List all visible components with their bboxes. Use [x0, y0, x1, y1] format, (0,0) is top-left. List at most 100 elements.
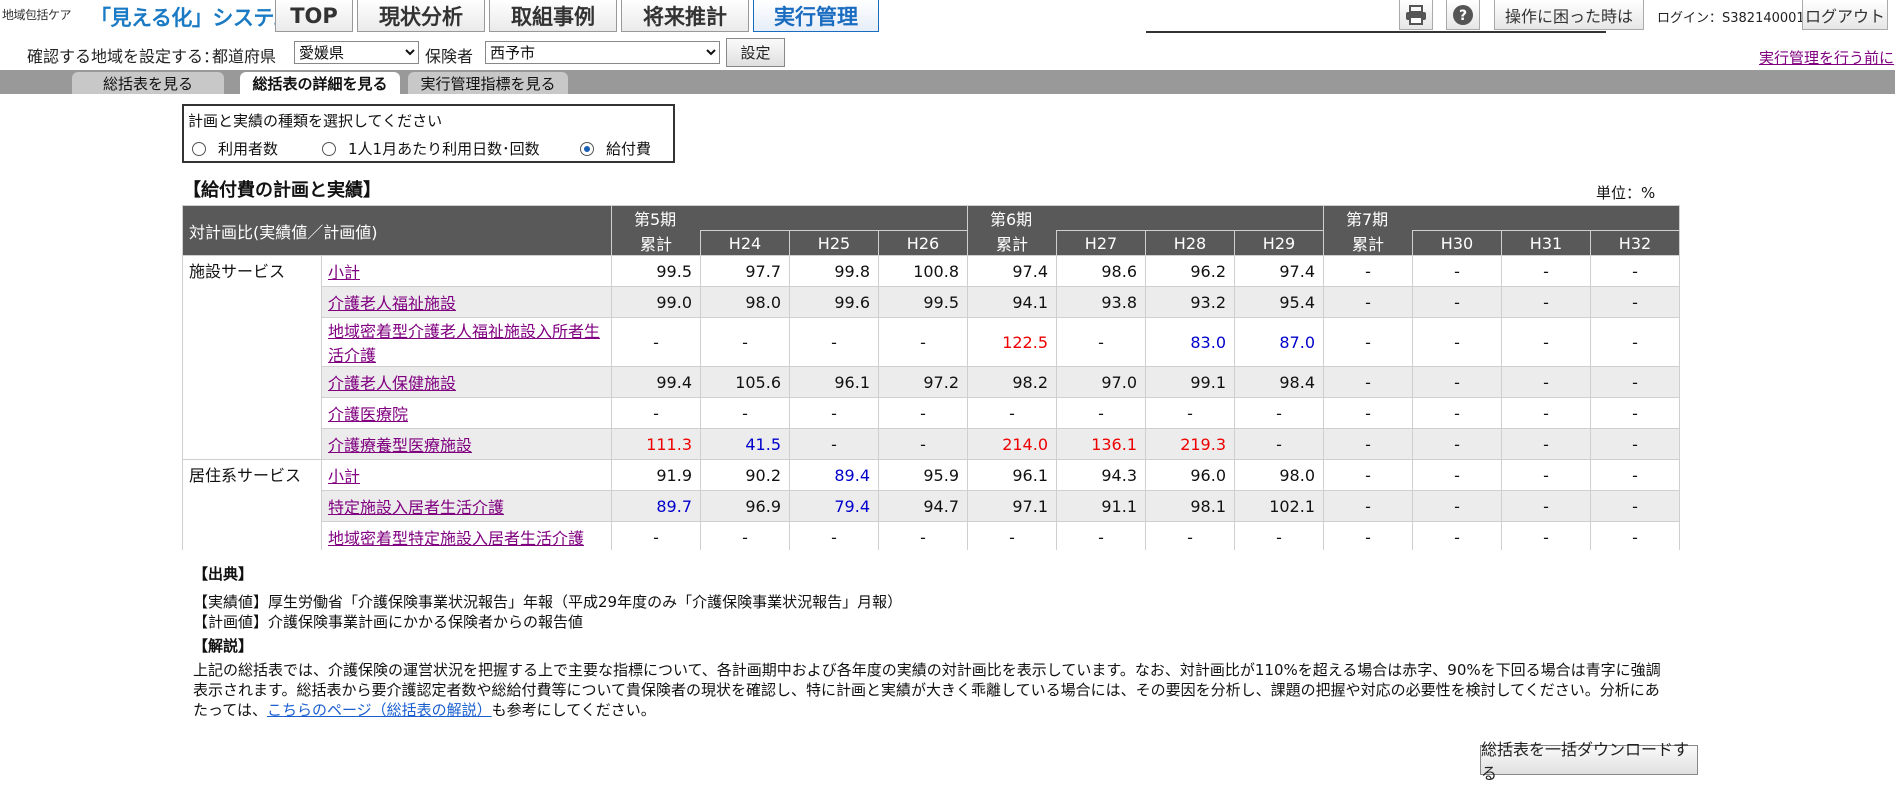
ratio-cell: 97.0 — [1056, 366, 1146, 398]
subcol-header: H30 — [1412, 230, 1502, 256]
ratio-cell: - — [878, 317, 968, 367]
ratio-cell: - — [1412, 255, 1502, 287]
explain-link[interactable]: こちらのページ（総括表の解説） — [267, 701, 492, 719]
ratio-cell: - — [1234, 521, 1324, 550]
source-heading: 【出典】 — [193, 565, 254, 583]
ratio-cell: - — [1412, 317, 1502, 367]
source-plan: 【計画値】介護保険事業計画にかかる保険者からの報告値 — [193, 613, 584, 631]
radio-benefit-cost[interactable]: 給付費 — [580, 138, 651, 159]
ratio-cell: - — [1590, 428, 1680, 460]
ratio-cell: - — [1323, 459, 1413, 491]
insurer-label: 保険者 — [425, 47, 474, 66]
ratio-cell: - — [1590, 317, 1680, 367]
type-question: 計画と実績の種類を選択してください — [188, 112, 443, 130]
help-icon: ? — [1453, 4, 1473, 25]
ratio-cell: 94.3 — [1056, 459, 1146, 491]
service-name-link[interactable]: 小計 — [321, 255, 612, 287]
service-name-link[interactable]: 介護老人福祉施設 — [321, 286, 612, 318]
ratio-cell: - — [878, 428, 968, 460]
ratio-cell: - — [700, 521, 790, 550]
service-name-link[interactable]: 地域密着型介護老人福祉施設入所者生活介護 — [321, 317, 612, 367]
ratio-cell: 98.0 — [1234, 459, 1324, 491]
ratio-cell: 100.8 — [878, 255, 968, 287]
ratio-cell: - — [789, 397, 879, 429]
ratio-cell: - — [1234, 428, 1324, 460]
ratio-cell: - — [789, 521, 879, 550]
radio-days-per-user[interactable]: 1人1月あたり利用日数･回数 — [322, 138, 540, 159]
unit-label: 単位：% — [1596, 184, 1656, 202]
ratio-cell: 79.4 — [789, 490, 879, 522]
ratio-cell: 99.6 — [789, 286, 879, 318]
ratio-cell: 89.4 — [789, 459, 879, 491]
top-header: 地域包括ケア 「見える化」システム TOP 現状分析 取組事例 将来推計 実行管… — [0, 0, 1895, 34]
login-id: ログイン：S382140001 — [1657, 11, 1805, 26]
ratio-cell: - — [1501, 317, 1591, 367]
nav-tab-analysis[interactable]: 現状分析 — [357, 0, 485, 32]
ratio-cell: 102.1 — [1234, 490, 1324, 522]
explain-tail: も参考にしてください。 — [491, 701, 656, 719]
subtab-summary[interactable]: 総括表を見る — [72, 72, 224, 94]
notes-section: 【出典】 【実績値】厚生労働省「介護保険事業状況報告」年報（平成29年度のみ「介… — [193, 564, 1673, 720]
ratio-cell: - — [1501, 397, 1591, 429]
ratio-cell: 87.0 — [1234, 317, 1324, 367]
ratio-cell: - — [1412, 428, 1502, 460]
ratio-cell: - — [1590, 521, 1680, 550]
download-all-button[interactable]: 総括表を一括ダウンロードする — [1480, 740, 1698, 783]
ratio-cell: - — [1323, 490, 1413, 522]
plan-vs-actual-table-container[interactable]: 対計画比(実績値／計画値) 第5期 第6期 第7期 累計 H24 H25 H26 累計 H… — [182, 205, 1698, 550]
ratio-cell: 41.5 — [700, 428, 790, 460]
prefecture-label: 都道府県 — [212, 47, 277, 66]
ratio-cell: - — [1501, 428, 1591, 460]
nav-tab-cases[interactable]: 取組事例 — [489, 0, 617, 32]
service-name-link[interactable]: 介護老人保健施設 — [321, 366, 612, 398]
ratio-cell: - — [1323, 366, 1413, 398]
print-button[interactable] — [1399, 0, 1433, 30]
ratio-cell: 99.0 — [611, 286, 701, 318]
ratio-cell: 91.1 — [1056, 490, 1146, 522]
exec-management-intro-link[interactable]: 実行管理を行う前に — [1759, 47, 1894, 68]
set-region-button[interactable]: 設定 — [726, 38, 785, 67]
service-name-link[interactable]: 地域密着型特定施設入居者生活介護 — [321, 521, 612, 550]
table-row: 介護療養型医療施設 111.3 41.5- -214.0 136.1 219.3- - - - - — [183, 428, 1680, 460]
radio-button[interactable] — [192, 141, 206, 156]
radio-button[interactable] — [322, 141, 336, 156]
ratio-cell: - — [789, 317, 879, 367]
table-row: 施設サービス 小計 99.5 97.7 99.8 100.8 97.4 98.6 96.2 97.… — [182, 255, 1680, 460]
nav-tab-exec-management[interactable]: 実行管理 — [753, 0, 879, 32]
ratio-cell: 99.5 — [611, 255, 701, 287]
brand-logo[interactable]: 「見える化」システム — [90, 2, 294, 32]
radio-users[interactable]: 利用者数 — [192, 138, 278, 159]
nav-tab-top[interactable]: TOP — [275, 0, 353, 32]
table-row: 地域密着型特定施設入居者生活介護 - - - - - - - - - - - - — [183, 521, 1680, 550]
ratio-cell: 96.2 — [1145, 255, 1235, 287]
ratio-cell: - — [1590, 366, 1680, 398]
nav-tab-forecast[interactable]: 将来推計 — [621, 0, 749, 32]
subtab-summary-detail[interactable]: 総括表の詳細を見る — [240, 72, 400, 94]
ratio-cell: 105.6 — [700, 366, 790, 398]
ratio-cell: - — [1501, 255, 1591, 287]
ratio-cell: - — [1590, 397, 1680, 429]
service-name-link[interactable]: 介護医療院 — [321, 397, 612, 429]
period-6-header: 第6期 — [967, 205, 1324, 231]
prefecture-select[interactable]: 愛媛県 — [294, 41, 419, 64]
subtab-exec-indicators[interactable]: 実行管理指標を見る — [408, 72, 568, 94]
ratio-cell: - — [1412, 397, 1502, 429]
ratio-cell: 95.4 — [1234, 286, 1324, 318]
ratio-cell: 111.3 — [611, 428, 701, 460]
subcol-header: H29 — [1234, 230, 1324, 256]
service-name-link[interactable]: 特定施設入居者生活介護 — [321, 490, 612, 522]
table-row: 介護老人福祉施設 99.0 98.0 99.6 99.5 94.1 93.8 93.2 95.4… — [183, 286, 1680, 318]
insurer-select[interactable]: 西予市 — [485, 41, 720, 64]
trouble-help-button[interactable]: 操作に困った時は — [1494, 0, 1644, 30]
radio-button-selected[interactable] — [580, 141, 594, 156]
ratio-cell: 99.8 — [789, 255, 879, 287]
ratio-cell: - — [1323, 428, 1413, 460]
logout-button[interactable]: ログアウト — [1802, 0, 1888, 30]
ratio-cell: - — [1412, 286, 1502, 318]
ratio-cell: 90.2 — [700, 459, 790, 491]
table-row: 介護老人保健施設 99.4 105.6 96.1 97.2 98.2 97.0 99.1 98.… — [183, 366, 1680, 398]
subcol-header: 累計 — [1323, 230, 1413, 256]
service-name-link[interactable]: 小計 — [321, 459, 612, 491]
service-name-link[interactable]: 介護療養型医療施設 — [321, 428, 612, 460]
help-button[interactable]: ? — [1446, 0, 1480, 30]
